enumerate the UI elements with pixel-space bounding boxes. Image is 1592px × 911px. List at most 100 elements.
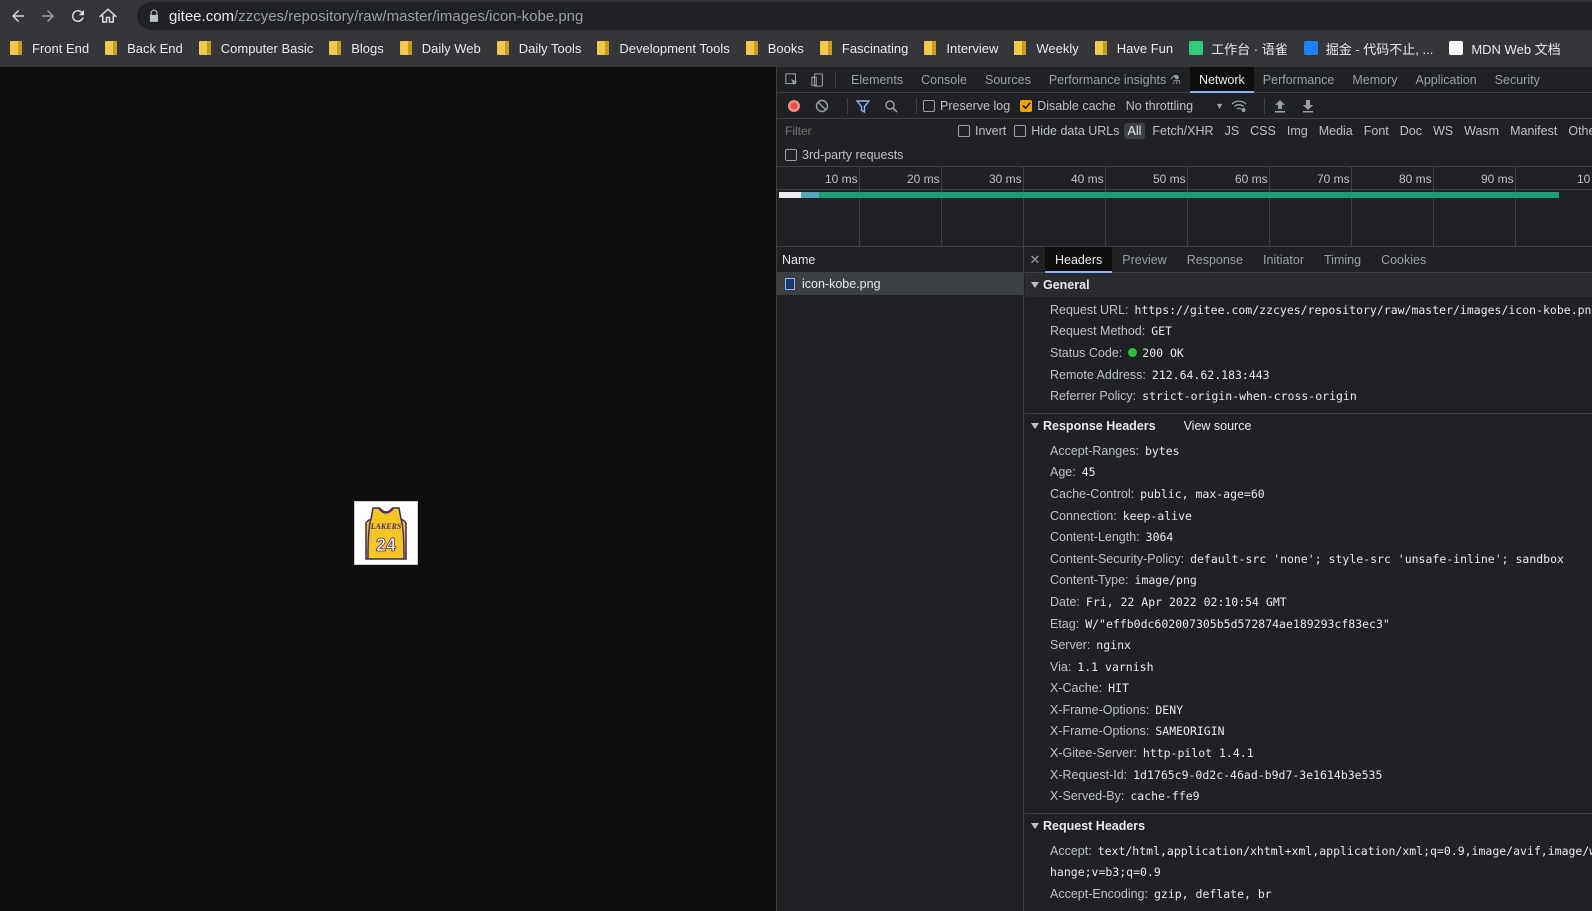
bookmark-item[interactable]: Fascinating <box>819 36 908 60</box>
disable-cache-checkbox[interactable]: Disable cache <box>1020 99 1116 113</box>
header-value: 3064 <box>1145 530 1174 545</box>
filter-type-fetch-xhr[interactable]: Fetch/XHR <box>1148 123 1217 139</box>
forward-button[interactable] <box>33 1 63 31</box>
tab-performance-insights[interactable]: Performance insights ⚗ <box>1040 67 1190 93</box>
tab-memory[interactable]: Memory <box>1343 67 1406 93</box>
search-button[interactable] <box>882 97 900 115</box>
bookmark-item[interactable]: Weekly <box>1014 36 1079 60</box>
general-section-header[interactable]: General <box>1025 273 1592 297</box>
import-har-button[interactable] <box>1271 97 1289 115</box>
tab-label: Network <box>1198 72 1245 87</box>
tab-console[interactable]: Console <box>912 67 976 93</box>
tab-label: Security <box>1494 72 1540 87</box>
inspect-element-button[interactable] <box>781 69 803 91</box>
filter-type-manifest[interactable]: Manifest <box>1506 123 1561 139</box>
third-party-checkbox[interactable]: 3rd-party requests <box>785 148 903 162</box>
tab-sources[interactable]: Sources <box>976 67 1040 93</box>
hide-data-urls-checkbox[interactable]: Hide data URLs <box>1014 124 1120 138</box>
address-bar[interactable]: gitee.com/zzcyes/repository/raw/master/i… <box>137 2 1592 30</box>
tab-performance[interactable]: Performance <box>1254 67 1344 93</box>
bookmark-label: Weekly <box>1036 40 1079 56</box>
filter-type-other[interactable]: Other <box>1564 123 1592 139</box>
filter-type-ws[interactable]: WS <box>1429 123 1457 139</box>
header-key: Age: <box>1050 465 1076 480</box>
download-icon <box>1303 99 1314 112</box>
detail-tab-cookies[interactable]: Cookies <box>1371 247 1436 273</box>
bookmark-item[interactable]: Back End <box>105 36 183 60</box>
checkbox-box[interactable] <box>1014 125 1027 137</box>
filter-type-font[interactable]: Font <box>1360 123 1393 139</box>
filter-type-css[interactable]: CSS <box>1246 123 1280 139</box>
header-value: SAMEORIGIN <box>1155 724 1225 739</box>
tab-security[interactable]: Security <box>1486 67 1549 93</box>
bookmark-item[interactable]: 掘金 - 代码不止, ... <box>1303 36 1433 60</box>
reload-button[interactable] <box>63 1 93 31</box>
request-row[interactable]: icon-kobe.png <box>777 273 1023 295</box>
timeline-axis-line <box>777 189 1592 190</box>
detail-tab-preview[interactable]: Preview <box>1112 247 1176 273</box>
home-button[interactable] <box>93 1 123 31</box>
response-headers-section-header[interactable]: Response Headers View source <box>1025 414 1592 438</box>
tab-network[interactable]: Network <box>1189 66 1254 93</box>
filter-toggle-button[interactable] <box>854 97 872 115</box>
bookmark-item[interactable]: Interview <box>924 36 998 60</box>
checkbox-box[interactable] <box>923 99 935 112</box>
bookmark-item[interactable]: Computer Basic <box>198 36 313 60</box>
record-button[interactable] <box>785 97 803 115</box>
tab-application[interactable]: Application <box>1407 67 1486 93</box>
detail-tab-timing[interactable]: Timing <box>1314 247 1371 273</box>
timeline-tick-label: 10 <box>1577 172 1591 186</box>
block-icon <box>815 99 829 112</box>
bookmark-item[interactable]: Books <box>745 36 804 60</box>
bookmark-item[interactable]: Development Tools <box>597 36 730 60</box>
header-value: hange;v=b3;q=0.9 <box>1050 865 1161 880</box>
filter-type-doc[interactable]: Doc <box>1396 123 1426 139</box>
export-har-button[interactable] <box>1299 97 1317 115</box>
request-headers-section-header[interactable]: Request Headers <box>1025 814 1592 838</box>
bookmark-item[interactable]: Front End <box>10 36 89 60</box>
header-key: Referrer Policy: <box>1050 389 1137 404</box>
bookmark-item[interactable]: MDN Web 文档 <box>1449 36 1561 60</box>
request-headers-title: Request Headers <box>1043 819 1146 834</box>
devtools-panel: Elements Console Sources Performance insigh… <box>776 66 1592 911</box>
detail-tab-headers[interactable]: Headers <box>1045 247 1113 273</box>
header-row: hange;v=b3;q=0.9 <box>1050 862 1592 884</box>
throttling-select[interactable]: No throttling ▼ <box>1126 99 1224 113</box>
preserve-log-checkbox[interactable]: Preserve log <box>923 99 1010 113</box>
checkbox-box-checked[interactable] <box>1020 99 1033 112</box>
bookmark-item[interactable]: Daily Tools <box>496 36 581 60</box>
filter-type-wasm[interactable]: Wasm <box>1460 123 1503 139</box>
device-toolbar-button[interactable] <box>807 69 829 91</box>
network-overview-timeline[interactable]: 10 ms 20 ms 30 ms 40 ms 50 ms 60 ms 70 ms 80 ms… <box>777 167 1592 247</box>
name-column-header[interactable]: Name <box>777 247 1023 273</box>
bookmark-item[interactable]: 工作台 · 语雀 <box>1189 36 1288 60</box>
header-key: Connection: <box>1050 508 1117 523</box>
folder-icon <box>198 41 211 55</box>
home-icon <box>99 8 117 23</box>
filter-type-all[interactable]: All <box>1123 123 1146 139</box>
bookmark-item[interactable]: Have Fun <box>1094 36 1173 60</box>
header-key: X-Cache: <box>1050 681 1103 696</box>
checkbox-box[interactable] <box>785 148 797 161</box>
filter-type-js[interactable]: JS <box>1221 123 1244 139</box>
checkbox-box[interactable] <box>958 125 970 137</box>
folder-icon <box>399 41 412 55</box>
bookmark-item[interactable]: Blogs <box>329 36 384 60</box>
close-icon[interactable]: ✕ <box>1025 252 1045 268</box>
divider <box>847 97 848 114</box>
network-conditions-button[interactable] <box>1230 97 1248 115</box>
view-source-link[interactable]: View source <box>1184 419 1252 433</box>
request-headers-section: Accept: text/html,application/xhtml+xml,a… <box>1025 838 1592 911</box>
back-button[interactable] <box>3 1 33 31</box>
detail-tab-initiator[interactable]: Initiator <box>1253 247 1314 273</box>
bookmark-item[interactable]: Daily Web <box>399 36 481 60</box>
filter-type-img[interactable]: Img <box>1283 123 1312 139</box>
clear-button[interactable] <box>813 97 831 115</box>
folder-icon <box>105 41 118 55</box>
filter-type-media[interactable]: Media <box>1315 123 1357 139</box>
invert-checkbox[interactable]: Invert <box>958 124 1006 138</box>
detail-tab-response[interactable]: Response <box>1177 247 1253 273</box>
folder-icon <box>1014 41 1027 55</box>
tab-elements[interactable]: Elements <box>842 67 912 93</box>
filter-input[interactable] <box>783 122 940 140</box>
